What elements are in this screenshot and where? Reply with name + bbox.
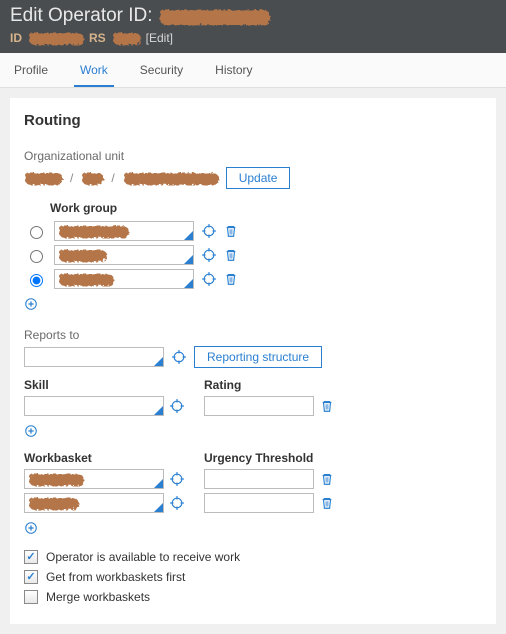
crosshair-icon[interactable] <box>202 272 216 286</box>
routing-title: Routing <box>24 112 482 129</box>
page-header: Edit Operator ID: ID RS [Edit] <box>0 0 506 53</box>
urgency-input[interactable] <box>204 469 314 489</box>
work-group-row <box>24 221 482 241</box>
trash-icon[interactable] <box>320 472 334 486</box>
workbasket-label: Workbasket <box>24 451 184 465</box>
id-label: ID <box>10 31 22 45</box>
available-label: Operator is available to receive work <box>46 550 240 564</box>
work-group-radio[interactable] <box>30 250 43 263</box>
redacted-rs-value <box>112 32 140 44</box>
urgency-label: Urgency Threshold <box>204 451 334 465</box>
rs-label: RS <box>89 31 106 45</box>
trash-icon[interactable] <box>320 496 334 510</box>
crosshair-icon[interactable] <box>172 350 186 364</box>
crosshair-icon[interactable] <box>170 472 184 486</box>
redacted-wg2 <box>58 249 106 261</box>
update-button[interactable]: Update <box>226 167 291 189</box>
tab-security[interactable]: Security <box>134 53 189 87</box>
workbaskets-first-label: Get from workbaskets first <box>46 570 185 584</box>
tab-work[interactable]: Work <box>74 53 114 87</box>
skill-input[interactable] <box>24 396 164 416</box>
header-subline: ID RS [Edit] <box>10 31 496 45</box>
tab-bar: Profile Work Security History <box>0 53 506 88</box>
crosshair-icon[interactable] <box>170 496 184 510</box>
work-group-label: Work group <box>50 201 482 215</box>
plus-circle-icon[interactable] <box>24 521 38 535</box>
redacted-operator-id <box>159 9 269 24</box>
crosshair-icon[interactable] <box>170 399 184 413</box>
trash-icon[interactable] <box>224 224 238 238</box>
work-group-row <box>24 269 482 289</box>
crosshair-icon[interactable] <box>202 248 216 262</box>
crosshair-icon[interactable] <box>202 224 216 238</box>
redacted-org3 <box>123 172 218 184</box>
tab-profile[interactable]: Profile <box>8 53 54 87</box>
redacted-org1 <box>24 172 62 184</box>
work-group-input[interactable] <box>54 245 194 265</box>
merge-label: Merge workbaskets <box>46 590 150 604</box>
reports-to-input[interactable] <box>24 347 164 367</box>
trash-icon[interactable] <box>224 272 238 286</box>
plus-circle-icon[interactable] <box>24 297 38 311</box>
available-checkbox[interactable] <box>24 550 38 564</box>
title-prefix: Edit Operator ID: <box>10 5 153 27</box>
rating-input[interactable] <box>204 396 314 416</box>
redacted-org2 <box>81 172 103 184</box>
work-group-input[interactable] <box>54 269 194 289</box>
redacted-id-value <box>28 32 83 44</box>
workbaskets-first-checkbox[interactable] <box>24 570 38 584</box>
rating-label: Rating <box>204 378 334 392</box>
work-group-input[interactable] <box>54 221 194 241</box>
work-group-radio[interactable] <box>30 226 43 239</box>
merge-checkbox[interactable] <box>24 590 38 604</box>
page-title: Edit Operator ID: <box>10 5 496 27</box>
redacted-wb2 <box>28 497 78 509</box>
work-group-row <box>24 245 482 265</box>
breadcrumb-sep: / <box>70 171 73 185</box>
reports-to-label: Reports to <box>24 328 482 342</box>
workbasket-input[interactable] <box>24 493 164 513</box>
routing-panel: Routing Organizational unit / / Update W… <box>10 98 496 624</box>
trash-icon[interactable] <box>320 399 334 413</box>
tab-history[interactable]: History <box>209 53 258 87</box>
redacted-wg1 <box>58 225 128 237</box>
org-unit-label: Organizational unit <box>24 149 482 163</box>
urgency-input[interactable] <box>204 493 314 513</box>
redacted-wg3 <box>58 273 113 285</box>
redacted-wb1 <box>28 473 83 485</box>
workbasket-input[interactable] <box>24 469 164 489</box>
plus-circle-icon[interactable] <box>24 424 38 438</box>
reporting-structure-button[interactable]: Reporting structure <box>194 346 322 368</box>
edit-link[interactable]: [Edit] <box>146 31 173 45</box>
org-unit-breadcrumb: / / Update <box>24 167 482 189</box>
work-group-radio[interactable] <box>30 274 43 287</box>
trash-icon[interactable] <box>224 248 238 262</box>
breadcrumb-sep: / <box>111 171 114 185</box>
skill-label: Skill <box>24 378 184 392</box>
